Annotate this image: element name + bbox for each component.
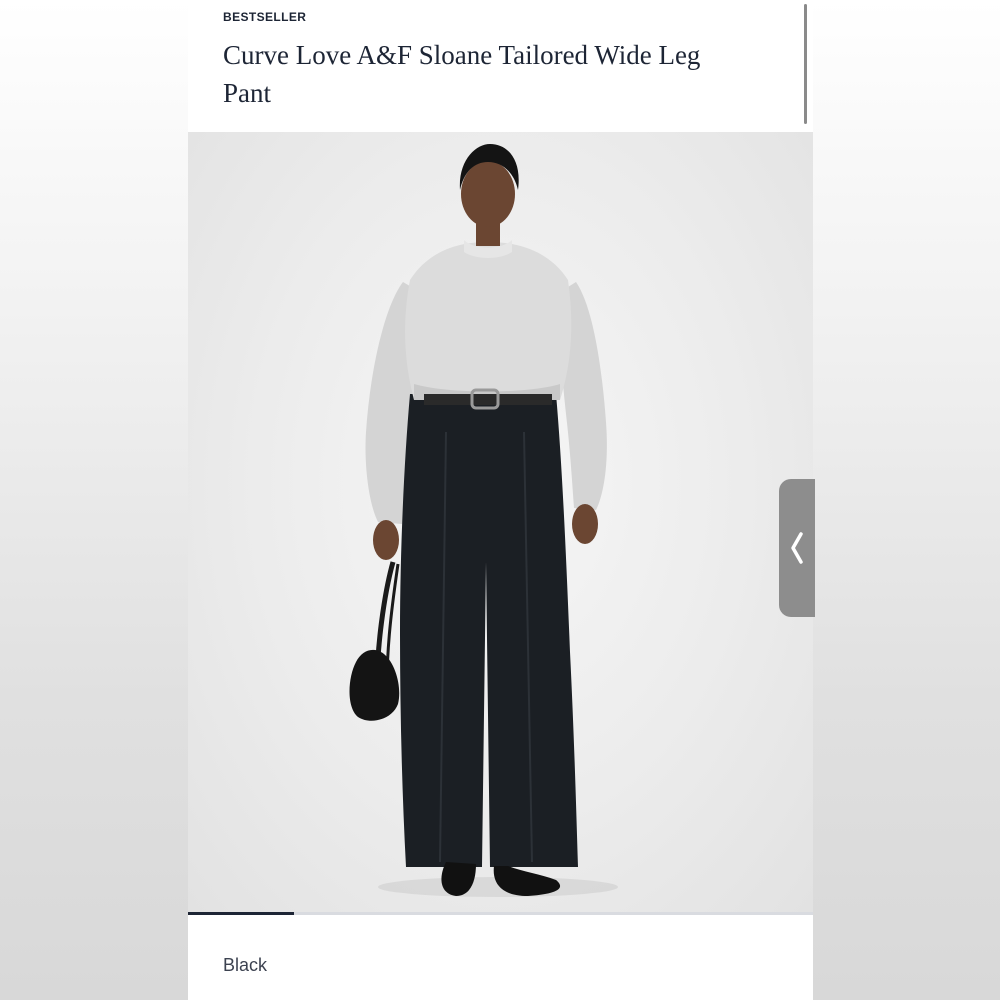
- color-name: Black: [223, 955, 268, 975]
- product-header: BESTSELLER Curve Love A&F Sloane Tailore…: [188, 0, 813, 132]
- backdrop-right: [813, 0, 1000, 1000]
- backdrop-left: [0, 0, 188, 1000]
- carousel-progress-indicator: [188, 912, 295, 915]
- side-tab-button[interactable]: [779, 479, 815, 617]
- bestseller-badge: BESTSELLER: [223, 10, 307, 24]
- product-title: Curve Love A&F Sloane Tailored Wide Leg …: [223, 40, 701, 108]
- chevron-left-icon: [791, 532, 803, 564]
- product-image[interactable]: [188, 132, 813, 912]
- model-illustration: [349, 144, 618, 897]
- scrollbar[interactable]: [804, 4, 807, 124]
- product-page: BESTSELLER Curve Love A&F Sloane Tailore…: [188, 0, 813, 1000]
- carousel-progress-track: [188, 912, 813, 915]
